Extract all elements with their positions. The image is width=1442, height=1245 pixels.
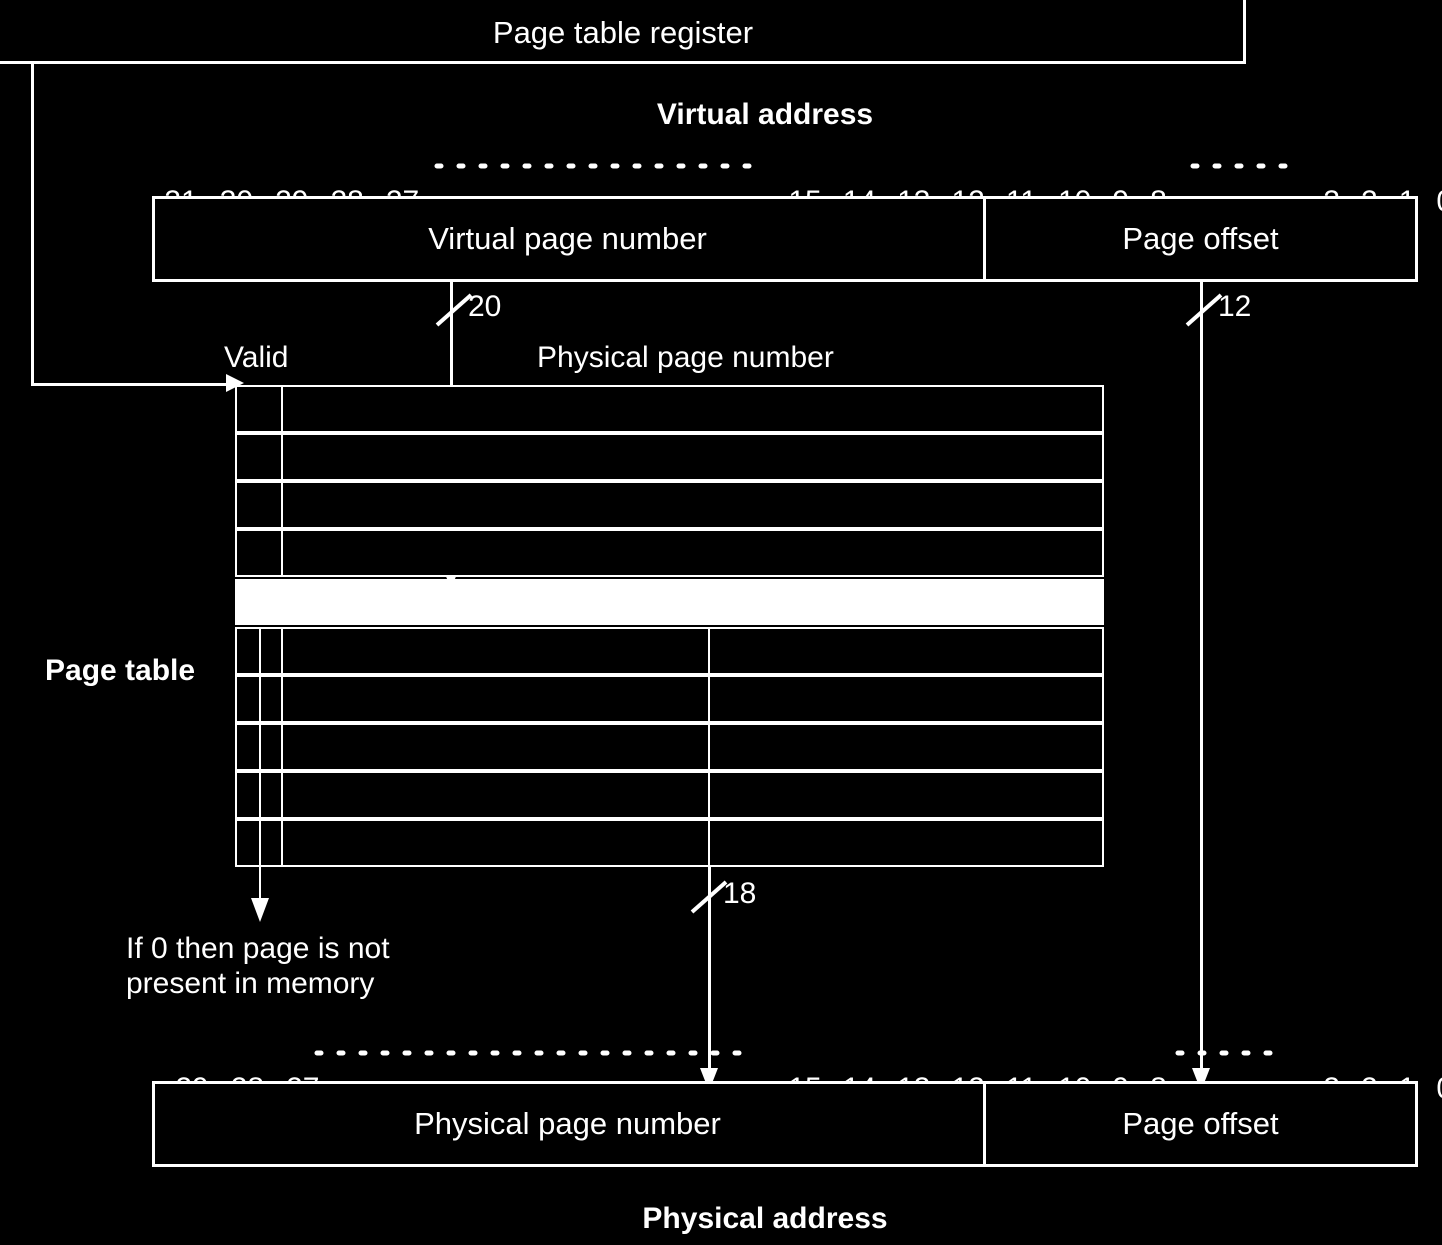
upper-valid-divider: [281, 385, 283, 577]
lower-valid-divider-a: [259, 627, 261, 867]
table-row: [235, 723, 1104, 771]
valid-bit-note: If 0 then page is not present in memory: [126, 932, 390, 1001]
physical-page-offset-field: Page offset: [1122, 1106, 1279, 1141]
register-to-table-line: [31, 63, 34, 385]
page-table-highlight-row: [235, 579, 1104, 625]
ppn-output-line: [708, 867, 711, 1082]
virtual-page-offset-field: Page offset: [1122, 221, 1279, 256]
table-row: [235, 385, 1104, 433]
page-table-label: Page table: [45, 654, 196, 687]
table-row: [235, 433, 1104, 481]
valid-bit-note-line1: If 0 then page is not: [126, 932, 390, 965]
physical-page-number-column-header: Physical page number: [537, 341, 834, 374]
table-row: [235, 675, 1104, 723]
table-row: [235, 481, 1104, 529]
pbit-0: 0: [1436, 1072, 1442, 1105]
virtual-address-heading: Virtual address: [656, 98, 874, 131]
valid-bit-note-line2: present in memory: [126, 966, 375, 1000]
page-offset-passthrough-line: [1200, 282, 1203, 1072]
physical-page-number-field: Physical page number: [414, 1106, 721, 1141]
ppn-output-width-label: 18: [723, 877, 757, 910]
table-row: [235, 529, 1104, 577]
physical-address-heading: Physical address: [642, 1202, 888, 1235]
table-row: [235, 627, 1104, 675]
virtual-page-number-field: Virtual page number: [428, 221, 707, 256]
valid-column-header: Valid: [224, 341, 289, 374]
page-table-register-label: Page table register: [492, 15, 754, 50]
vbit-0: 0: [1436, 185, 1442, 218]
valid-bit-line: [259, 867, 261, 907]
table-row: [235, 771, 1104, 819]
table-row: [235, 819, 1104, 867]
lower-ppn-divider: [708, 627, 710, 867]
diagram-canvas: Page table register Virtual address 3130…: [0, 0, 1442, 1245]
lower-valid-divider-b: [281, 627, 283, 867]
vpn-width-label: 20: [468, 290, 502, 323]
register-to-table-arrow-line: [31, 383, 226, 386]
page-offset-width-label: 12: [1218, 290, 1252, 323]
